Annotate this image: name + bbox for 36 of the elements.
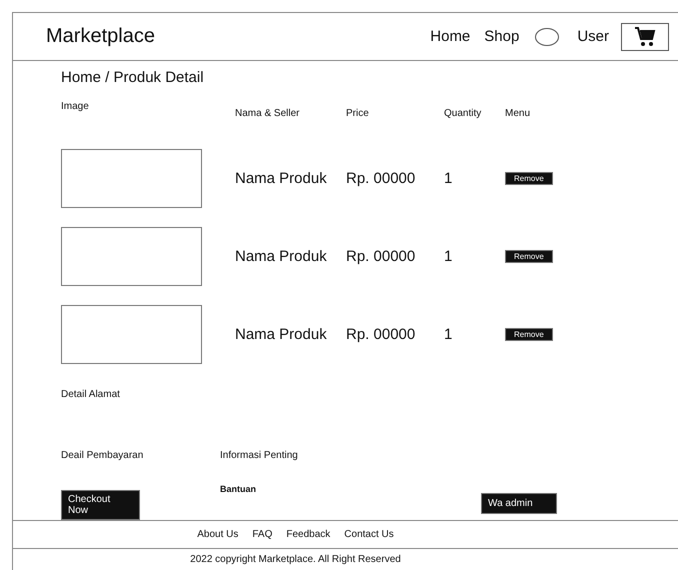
footer-link[interactable]: Feedback — [286, 529, 330, 540]
column-header: Nama & Seller — [235, 107, 300, 119]
remove-button[interactable]: Remove — [505, 250, 553, 262]
copyright-text: 2022 copyright Marketplace. All Right Reserved — [189, 553, 402, 567]
column-header: Price — [346, 107, 370, 119]
product-quantity: 1 — [444, 170, 452, 186]
user-link[interactable]: User — [577, 28, 609, 45]
avatar-icon[interactable] — [535, 28, 560, 46]
section-label: Deail Pembayaran — [61, 450, 144, 461]
nav-link[interactable]: Shop — [484, 28, 520, 45]
product-name: Nama Produk — [235, 170, 327, 186]
column-header: Quantity — [444, 107, 482, 119]
product-price: Rp. 00000 — [346, 326, 416, 342]
nav-link[interactable]: Home — [430, 28, 470, 45]
product-name: Nama Produk — [235, 326, 327, 342]
column-header: Image — [61, 101, 90, 112]
remove-button[interactable]: Remove — [505, 328, 553, 340]
footer-link[interactable]: Contact Us — [344, 529, 394, 540]
checkout-button[interactable]: Checkout Now — [61, 490, 140, 520]
product-quantity: 1 — [444, 248, 452, 264]
section-label: Detail Alamat — [61, 389, 121, 400]
product-name: Nama Produk — [235, 248, 327, 264]
help-heading: Bantuan — [220, 484, 256, 494]
product-price: Rp. 00000 — [346, 170, 416, 186]
site-logo[interactable]: Marketplace — [46, 25, 155, 48]
footer-link[interactable]: About Us — [197, 529, 238, 540]
breadcrumb: Home / Produk Detail — [61, 69, 205, 86]
cart-icon — [634, 26, 656, 46]
footer-link[interactable]: FAQ — [252, 529, 272, 540]
section-label: Informasi Penting — [220, 450, 299, 461]
remove-button[interactable]: Remove — [505, 172, 553, 184]
product-price: Rp. 00000 — [346, 248, 416, 264]
wa-admin-button[interactable]: Wa admin — [481, 493, 557, 514]
cart-button[interactable] — [621, 22, 669, 50]
column-header: Menu — [505, 107, 532, 119]
product-quantity: 1 — [444, 326, 452, 342]
